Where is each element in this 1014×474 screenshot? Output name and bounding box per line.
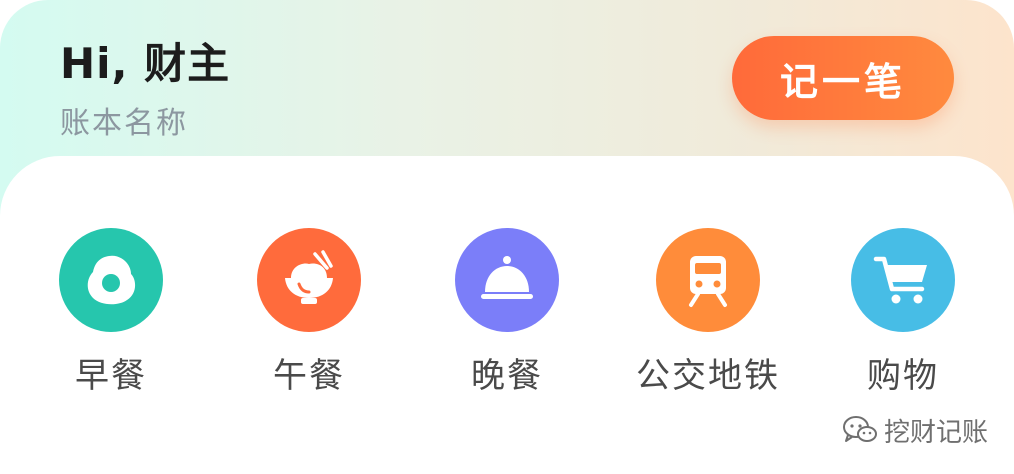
fried-egg-icon xyxy=(87,255,136,305)
category-label: 购物 xyxy=(867,356,939,396)
shopping-cart-icon xyxy=(873,256,927,304)
dinner-cloche-icon xyxy=(481,256,533,299)
category-label: 早餐 xyxy=(75,356,147,396)
subway-train-icon xyxy=(689,256,727,307)
category-breakfast-circle xyxy=(59,228,163,332)
category-shopping[interactable]: 购物 xyxy=(813,228,993,397)
watermark-text: 挖财记账 xyxy=(884,417,989,448)
category-lunch[interactable]: 午餐 xyxy=(219,228,399,397)
rice-bowl-icon xyxy=(285,250,333,304)
home-screen: Hi, 财主 账本名称 记一笔 早餐 午餐 晚餐 公交地铁 购物 挖财记账 xyxy=(0,0,1014,474)
greeting-title: Hi, 财主 xyxy=(60,39,231,88)
category-transit[interactable]: 公交地铁 xyxy=(618,228,798,397)
category-lunch-circle xyxy=(257,228,361,332)
category-label: 午餐 xyxy=(273,356,345,396)
watermark: 挖财记账 xyxy=(842,410,988,450)
record-entry-button[interactable]: 记一笔 xyxy=(732,36,954,120)
category-dinner[interactable]: 晚餐 xyxy=(417,228,597,397)
category-shopping-circle xyxy=(851,228,955,332)
category-transit-circle xyxy=(656,228,760,332)
category-label: 晚餐 xyxy=(471,356,543,396)
category-breakfast[interactable]: 早餐 xyxy=(21,228,201,397)
category-label: 公交地铁 xyxy=(636,356,780,396)
wechat-icon xyxy=(843,416,877,442)
category-dinner-circle xyxy=(455,228,559,332)
ledger-name-selector[interactable]: 账本名称 xyxy=(60,98,188,142)
